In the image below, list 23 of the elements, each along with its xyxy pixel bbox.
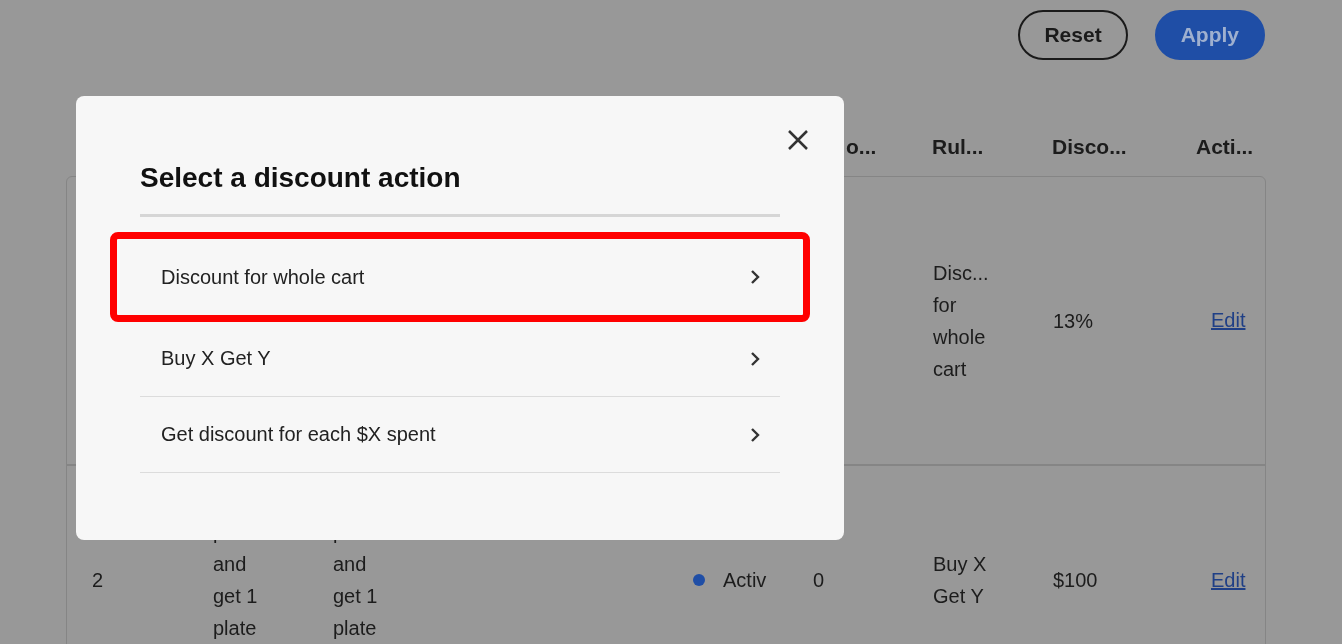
table-cell-text: 13% — [1052, 308, 1095, 334]
status-dot — [693, 574, 705, 586]
apply-button[interactable]: Apply — [1154, 10, 1265, 60]
status-label: Activ — [723, 567, 767, 593]
dialog-title: Select a discount action — [140, 162, 780, 217]
action-option[interactable]: Discount for whole cart — [115, 237, 805, 317]
chevron-right-icon — [748, 350, 762, 367]
chevron-right-icon — [748, 269, 762, 285]
action-option[interactable]: Get discount for each $X spent — [140, 397, 780, 473]
table-cell-text: Disc... for whole cart — [932, 260, 990, 382]
chevron-right-icon — [748, 426, 762, 443]
edit-link[interactable]: Edit — [1199, 305, 1246, 336]
column-header: Rul... — [931, 135, 985, 159]
column-header: o... — [845, 135, 878, 159]
table-cell-text: Buy X Get Y — [932, 552, 988, 609]
edit-link[interactable]: Edit — [1199, 564, 1246, 596]
action-option[interactable]: Buy X Get Y — [140, 321, 780, 397]
table-cell-text: $100 — [1052, 568, 1099, 593]
column-header: Acti... — [1195, 135, 1255, 159]
reset-button[interactable]: Reset — [1018, 10, 1128, 60]
column-header: Disco... — [1051, 135, 1128, 159]
table-cell-text: 0 — [812, 568, 826, 593]
table-cell-text: 2 — [91, 568, 105, 593]
